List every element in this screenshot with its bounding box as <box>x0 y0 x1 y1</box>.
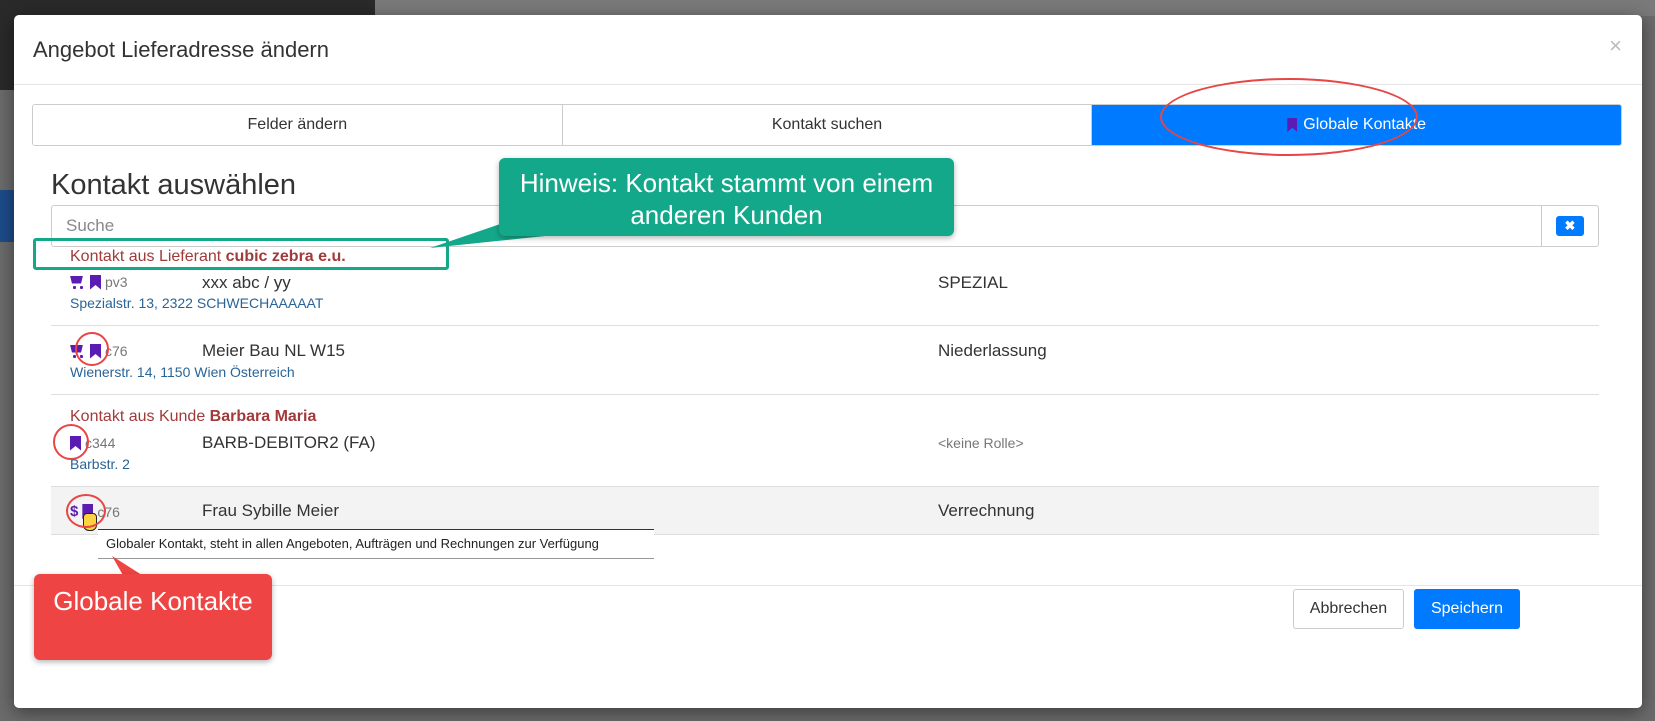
contact-address: Spezialstr. 13, 2322 SCHWECHAAAAAT <box>70 295 324 311</box>
contact-address: Barbstr. 2 <box>70 456 130 472</box>
contact-icons: pv3 <box>70 274 128 290</box>
tab-label: Felder ändern <box>247 116 348 133</box>
cancel-button[interactable]: Abbrechen <box>1293 589 1404 629</box>
tab-label: Kontakt suchen <box>771 116 883 133</box>
contact-role: Verrechnung <box>938 501 1035 520</box>
contact-role: SPEZIAL <box>938 273 1008 292</box>
background-app-bar <box>375 0 1655 16</box>
bookmark-icon[interactable] <box>90 274 101 290</box>
save-button[interactable]: Speichern <box>1414 589 1520 629</box>
search-clear-button[interactable]: ✖ <box>1541 205 1599 247</box>
tooltip-global-contact: Globaler Kontakt, steht in allen Angebot… <box>98 529 654 559</box>
contact-role: <keine Rolle> <box>938 435 1024 451</box>
contact-row[interactable]: c344 BARB-DEBITOR2 (FA) Barbstr. 2 <kein… <box>51 395 1599 487</box>
contact-name: Frau Sybille Meier <box>202 501 339 520</box>
contact-name: xxx abc / yy <box>202 273 291 292</box>
section-title: Kontakt auswählen <box>51 169 297 201</box>
contact-row[interactable]: c76 Meier Bau NL W15 Wienerstr. 14, 1150… <box>51 327 1599 395</box>
highlight-ring <box>53 424 89 460</box>
tab-felder-aendern[interactable]: Felder ändern <box>33 105 563 145</box>
hint-callout: Hinweis: Kontakt stammt von einem andere… <box>499 158 954 236</box>
global-contacts-callout: Globale Kontakte <box>34 574 272 660</box>
background-sidebar-item <box>0 190 14 242</box>
contact-code: pv3 <box>105 274 128 290</box>
contact-role: Niederlassung <box>938 341 1047 360</box>
contact-name: BARB-DEBITOR2 (FA) <box>202 433 376 452</box>
highlight-ring <box>1160 78 1418 156</box>
tab-kontakt-suchen[interactable]: Kontakt suchen <box>562 105 1093 145</box>
contact-code: c344 <box>85 435 116 451</box>
highlight-box <box>33 238 449 270</box>
contact-address: Wienerstr. 14, 1150 Wien Österreich <box>70 364 295 380</box>
highlight-ring <box>66 494 106 528</box>
dialog-header: Angebot Lieferadresse ändern × <box>14 15 1642 85</box>
clear-icon: ✖ <box>1556 216 1584 236</box>
highlight-ring <box>75 332 109 366</box>
close-icon[interactable]: × <box>1609 33 1622 59</box>
dialog-title: Angebot Lieferadresse ändern <box>33 37 329 62</box>
contact-name: Meier Bau NL W15 <box>202 341 345 360</box>
cart-icon <box>70 276 86 289</box>
contact-row[interactable]: $ c76 Frau Sybille Meier Verrechnung <box>51 487 1599 535</box>
